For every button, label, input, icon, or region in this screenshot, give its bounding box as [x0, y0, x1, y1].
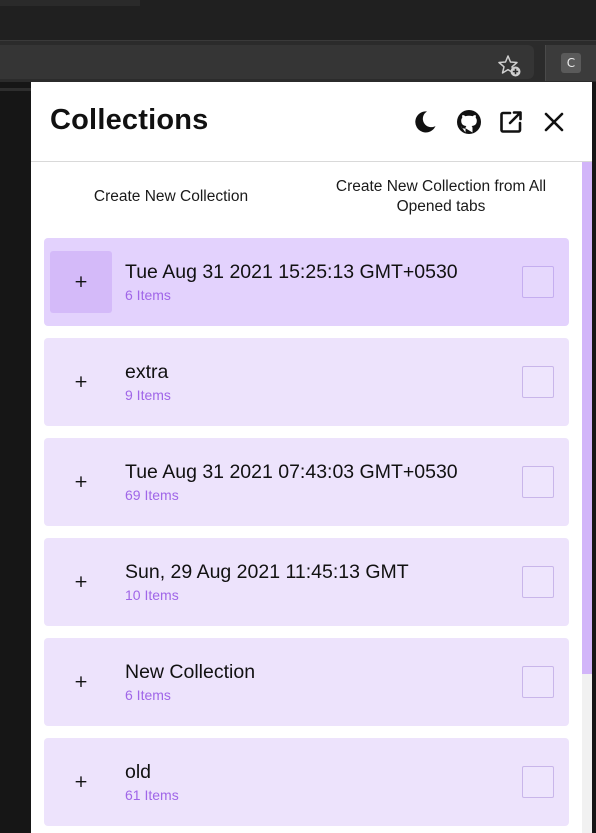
collection-name: Tue Aug 31 2021 15:25:13 GMT+0530 — [125, 261, 458, 283]
expand-button[interactable]: + — [50, 551, 112, 613]
close-icon[interactable] — [540, 108, 568, 136]
collections-popup: Collections Create New Collection Create… — [31, 82, 592, 833]
collection-card[interactable]: + New Collection 6 Items — [44, 638, 569, 726]
collection-checkbox[interactable] — [522, 666, 554, 698]
expand-button[interactable]: + — [50, 751, 112, 813]
open-external-icon[interactable] — [497, 108, 525, 136]
collection-card[interactable]: + Tue Aug 31 2021 07:43:03 GMT+0530 69 I… — [44, 438, 569, 526]
moon-icon[interactable] — [411, 108, 439, 136]
collection-checkbox[interactable] — [522, 566, 554, 598]
browser-tabstrip — [0, 0, 596, 40]
page-background — [0, 82, 31, 833]
expand-button[interactable]: + — [50, 651, 112, 713]
collection-card[interactable]: + old 61 Items — [44, 738, 569, 826]
collection-name: extra — [125, 361, 169, 383]
collection-name: New Collection — [125, 661, 256, 683]
extension-button[interactable]: C — [545, 45, 596, 81]
star-add-icon[interactable] — [497, 53, 523, 79]
collection-item-count: 69 Items — [125, 487, 179, 503]
expand-button[interactable]: + — [50, 351, 112, 413]
collection-name: Sun, 29 Aug 2021 11:45:13 GMT — [125, 561, 409, 583]
collection-card[interactable]: + Sun, 29 Aug 2021 11:45:13 GMT 10 Items — [44, 538, 569, 626]
page-stripe — [0, 88, 31, 91]
page-background-edge — [592, 82, 596, 833]
github-icon[interactable] — [455, 108, 483, 136]
collection-name: old — [125, 761, 152, 783]
create-collection-from-tabs-button[interactable]: Create New Collection from All Opened ta… — [321, 177, 561, 217]
tabstrip-edge — [0, 0, 140, 6]
collection-card[interactable]: + extra 9 Items — [44, 338, 569, 426]
create-new-collection-button[interactable]: Create New Collection — [71, 187, 271, 207]
collection-item-count: 10 Items — [125, 587, 179, 603]
collection-item-count: 9 Items — [125, 387, 171, 403]
popup-header: Collections — [31, 82, 592, 162]
collection-item-count: 6 Items — [125, 687, 171, 703]
collection-checkbox[interactable] — [522, 266, 554, 298]
collection-item-count: 61 Items — [125, 787, 179, 803]
collection-name: Tue Aug 31 2021 07:43:03 GMT+0530 — [125, 461, 458, 483]
address-bar[interactable] — [0, 45, 534, 79]
collection-checkbox[interactable] — [522, 366, 554, 398]
expand-button[interactable]: + — [50, 451, 112, 513]
scrollbar-thumb[interactable] — [582, 162, 592, 674]
extension-icon: C — [561, 53, 581, 73]
scrollbar[interactable] — [582, 162, 592, 833]
collection-actions: Create New Collection Create New Collect… — [31, 162, 582, 238]
expand-button[interactable]: + — [50, 251, 112, 313]
collection-list: + Tue Aug 31 2021 15:25:13 GMT+0530 6 It… — [44, 238, 569, 833]
page-title: Collections — [50, 104, 209, 136]
collection-checkbox[interactable] — [522, 466, 554, 498]
collection-card[interactable]: + Tue Aug 31 2021 15:25:13 GMT+0530 6 It… — [44, 238, 569, 326]
collection-checkbox[interactable] — [522, 766, 554, 798]
collection-item-count: 6 Items — [125, 287, 171, 303]
